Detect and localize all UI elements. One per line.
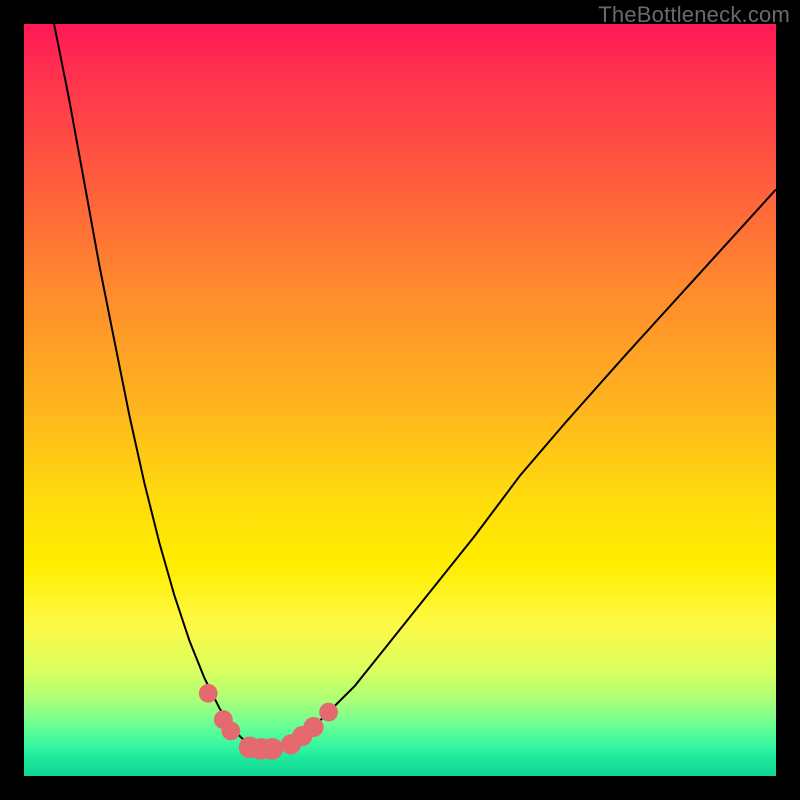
bottleneck-curve bbox=[24, 24, 776, 776]
curve-marker bbox=[221, 722, 240, 741]
curve-marker bbox=[319, 703, 338, 722]
plot-area bbox=[24, 24, 776, 776]
curve-marker bbox=[303, 717, 323, 737]
curve-marker bbox=[199, 684, 218, 703]
curve-marker bbox=[261, 738, 283, 760]
page-frame: TheBottleneck.com bbox=[0, 0, 800, 800]
watermark-text: TheBottleneck.com bbox=[598, 2, 790, 28]
